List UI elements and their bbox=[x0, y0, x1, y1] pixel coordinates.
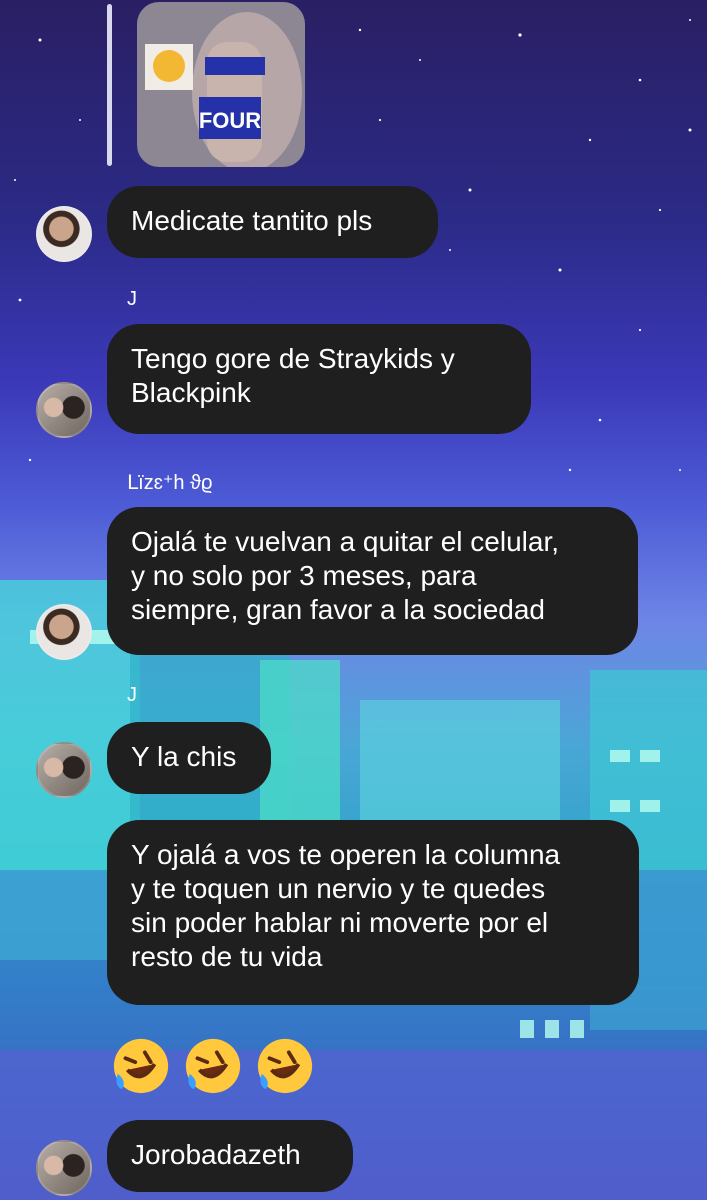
avatar[interactable] bbox=[36, 206, 92, 262]
avatar[interactable] bbox=[36, 382, 92, 438]
sender-name: J bbox=[127, 684, 137, 706]
reply-image-thumbnail[interactable]: FOUR bbox=[137, 2, 305, 167]
avatar[interactable] bbox=[36, 604, 92, 660]
message-bubble[interactable]: Tengo gore de Straykids y Blackpink bbox=[107, 324, 531, 434]
reply-image-text: FOUR bbox=[199, 108, 261, 133]
rolling-laughing-emoji-icon bbox=[113, 1038, 169, 1094]
message-bubble[interactable]: Y ojalá a vos te operen la columna y te … bbox=[107, 820, 639, 1005]
avatar[interactable] bbox=[36, 1140, 92, 1196]
emoji-message[interactable] bbox=[110, 1035, 316, 1097]
rolling-laughing-emoji-icon bbox=[257, 1038, 313, 1094]
message-bubble[interactable]: Y la chis bbox=[107, 722, 271, 794]
message-bubble[interactable]: Ojalá te vuelvan a quitar el celular, y … bbox=[107, 507, 638, 655]
message-bubble[interactable]: Jorobadazeth bbox=[107, 1120, 353, 1192]
sender-name: J bbox=[127, 288, 137, 310]
rolling-laughing-emoji-icon bbox=[185, 1038, 241, 1094]
sender-name: ᒪïzɛ⁺h ϑϱ bbox=[127, 472, 213, 494]
avatar[interactable] bbox=[36, 742, 92, 798]
reply-quote-bar bbox=[107, 4, 112, 166]
message-bubble[interactable]: Medicate tantito pls bbox=[107, 186, 438, 258]
